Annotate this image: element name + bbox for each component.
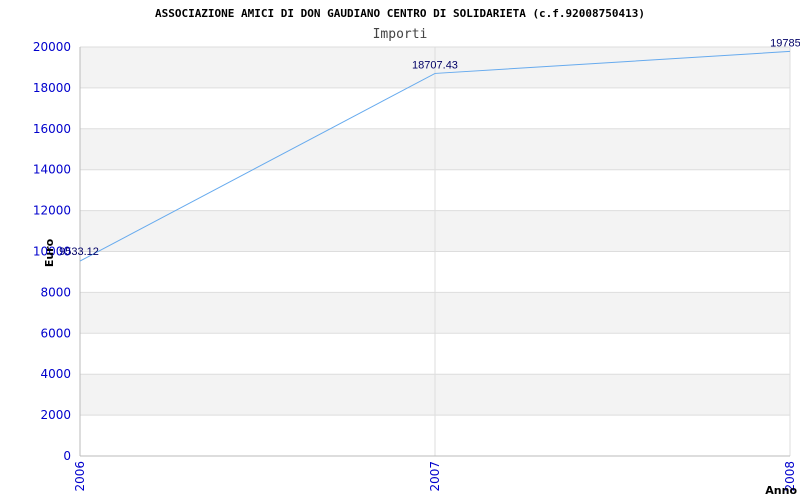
x-tick-labels: 2006 2007 2008 [73,461,797,492]
y-tick-label: 18000 [33,81,71,95]
x-tick-label: 2006 [73,461,87,492]
y-tick-label: 20000 [33,40,71,54]
y-axis-label: Euro [43,238,56,267]
data-label: 19785.0 [770,37,800,49]
x-tick-label: 2007 [428,461,442,492]
y-tick-label: 0 [63,449,71,463]
y-tick-label: 8000 [40,285,71,299]
data-label: 18707.43 [412,59,458,71]
y-tick-label: 4000 [40,367,71,381]
y-tick-label: 6000 [40,326,71,340]
chart-title: ASSOCIAZIONE AMICI DI DON GAUDIANO CENTR… [155,7,645,20]
data-label: 9533.12 [59,246,99,258]
chart-subtitle: Importi [373,27,428,42]
x-axis-label: Anno [765,484,797,497]
y-tick-label: 2000 [40,408,71,422]
y-tick-label: 12000 [33,204,71,218]
y-tick-label: 14000 [33,163,71,177]
line-chart: 0200040006000800010000120001400016000180… [33,7,800,497]
y-tick-label: 16000 [33,122,71,136]
